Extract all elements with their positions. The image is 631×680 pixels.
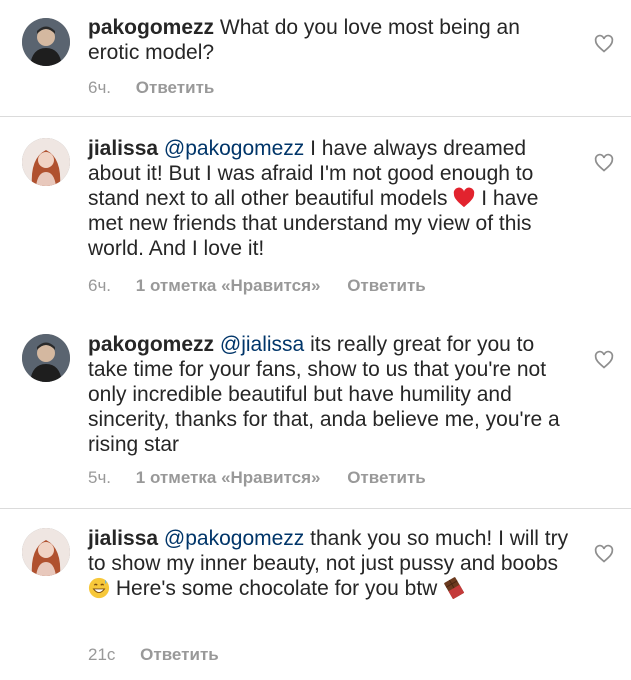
reply-button[interactable]: Ответить (140, 645, 219, 664)
likes-count[interactable]: 1 отметка «Нравится» (136, 276, 321, 295)
comment-username[interactable]: jialissa (88, 527, 158, 550)
comment-username[interactable]: jialissa (88, 137, 158, 160)
red-heart-emoji (454, 187, 475, 208)
comment-text: jialissa @pakogomezz I have always dream… (88, 136, 576, 261)
comment-time: 6ч. (88, 276, 112, 295)
heart-outline-icon[interactable] (594, 350, 614, 370)
comment-body: thank you so much! I will try to show my… (88, 527, 569, 575)
comment-username[interactable]: pakogomezz (88, 16, 214, 39)
avatar-jialissa[interactable] (22, 528, 70, 576)
divider (0, 116, 631, 117)
reply-button[interactable]: Ответить (347, 468, 426, 487)
comment-mention[interactable]: @jialissa (220, 333, 304, 356)
avatar-pakogomezz[interactable] (22, 334, 70, 382)
grinning-sweat-emoji (88, 577, 110, 599)
comment-body: Here's some chocolate for you btw (115, 577, 438, 600)
heart-outline-icon[interactable] (594, 544, 614, 564)
comment-text: pakogomezz What do you love most being a… (88, 15, 576, 65)
comment-meta: 5ч. 1 отметка «Нравится» Ответить (88, 468, 448, 488)
comment-meta: 21с Ответить (88, 645, 241, 665)
comment-text: jialissa @pakogomezz thank you so much! … (88, 526, 576, 601)
reply-button[interactable]: Ответить (136, 78, 215, 97)
comment-time: 5ч. (88, 468, 112, 487)
avatar-pakogomezz[interactable] (22, 18, 70, 66)
comment-username[interactable]: pakogomezz (88, 333, 214, 356)
comment-text: pakogomezz @jialissa its really great fo… (88, 332, 576, 457)
reply-button[interactable]: Ответить (347, 276, 426, 295)
comment-meta: 6ч. 1 отметка «Нравится» Ответить (88, 276, 448, 296)
divider (0, 508, 631, 509)
likes-count[interactable]: 1 отметка «Нравится» (136, 468, 321, 487)
heart-outline-icon[interactable] (594, 34, 614, 54)
comment-time: 6ч. (88, 78, 112, 97)
chocolate-bar-emoji (444, 577, 465, 599)
comment-meta: 6ч. Ответить (88, 78, 236, 98)
avatar-jialissa[interactable] (22, 138, 70, 186)
comment-mention[interactable]: @pakogomezz (164, 137, 304, 160)
comment-mention[interactable]: @pakogomezz (164, 527, 304, 550)
heart-outline-icon[interactable] (594, 153, 614, 173)
comment-time: 21с (88, 645, 116, 664)
